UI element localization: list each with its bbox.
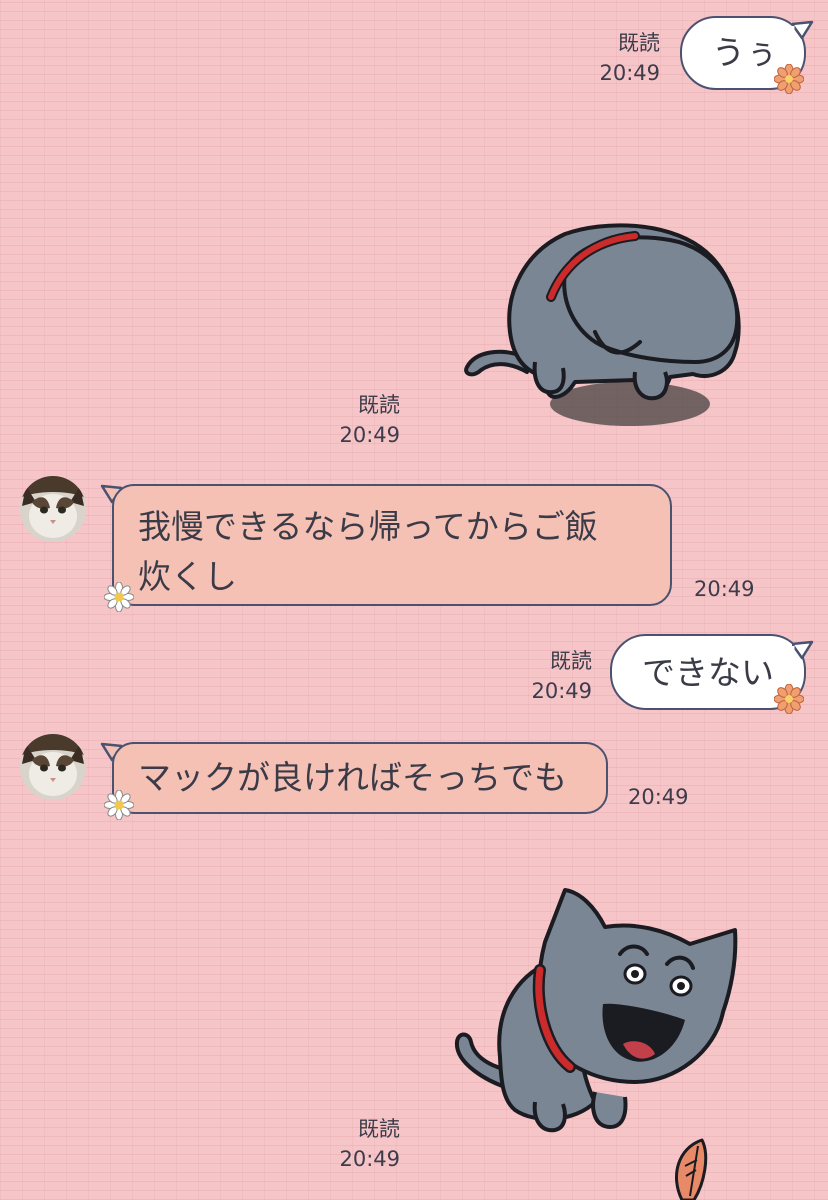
- read-status: 既読: [358, 1117, 400, 1141]
- flower-icon: [104, 790, 134, 820]
- cat-photo-avatar: [20, 476, 86, 542]
- read-receipt-group: 既読 20:49: [300, 390, 400, 450]
- flower-icon: [774, 684, 804, 714]
- message-time: 20:49: [599, 61, 660, 85]
- read-receipt-group: 既読 20:49: [492, 646, 592, 706]
- read-status: 既読: [618, 31, 660, 55]
- read-receipt-group: 既読 20:49: [300, 1114, 400, 1174]
- message-time: 20:49: [339, 423, 400, 447]
- read-status: 既読: [358, 393, 400, 417]
- cat-photo-avatar: [20, 734, 86, 800]
- message-text-line: 我慢できるなら帰ってからご飯: [138, 507, 598, 546]
- partial-sticker: [674, 1138, 708, 1200]
- bubble-tail: [792, 640, 814, 662]
- message-time: 20:49: [628, 785, 689, 809]
- contact-avatar[interactable]: [20, 734, 86, 800]
- incoming-message-bubble[interactable]: 我慢できるなら帰ってからご飯 炊くし: [112, 484, 672, 606]
- message-text-line: 炊くし: [138, 557, 237, 596]
- message-text: できない: [642, 653, 774, 692]
- flower-icon: [774, 64, 804, 94]
- message-time: 20:49: [694, 577, 755, 601]
- message-text: マックが良ければそっちでも: [138, 758, 567, 797]
- grinning-gray-cat-sticker[interactable]: [445, 882, 785, 1142]
- incoming-message-bubble[interactable]: マックが良ければそっちでも: [112, 742, 608, 814]
- read-receipt-group: 既読 20:49: [560, 28, 660, 88]
- message-time: 20:49: [531, 679, 592, 703]
- chat-screen: { "messages": [ { "id": "m1", "direction…: [0, 0, 828, 1200]
- bubble-tail: [792, 20, 814, 42]
- message-time: 20:49: [339, 1147, 400, 1171]
- sad-gray-cat-sticker[interactable]: [455, 212, 755, 452]
- flower-icon: [104, 582, 134, 612]
- message-text: うぅ: [712, 33, 778, 72]
- contact-avatar[interactable]: [20, 476, 86, 542]
- read-status: 既読: [550, 649, 592, 673]
